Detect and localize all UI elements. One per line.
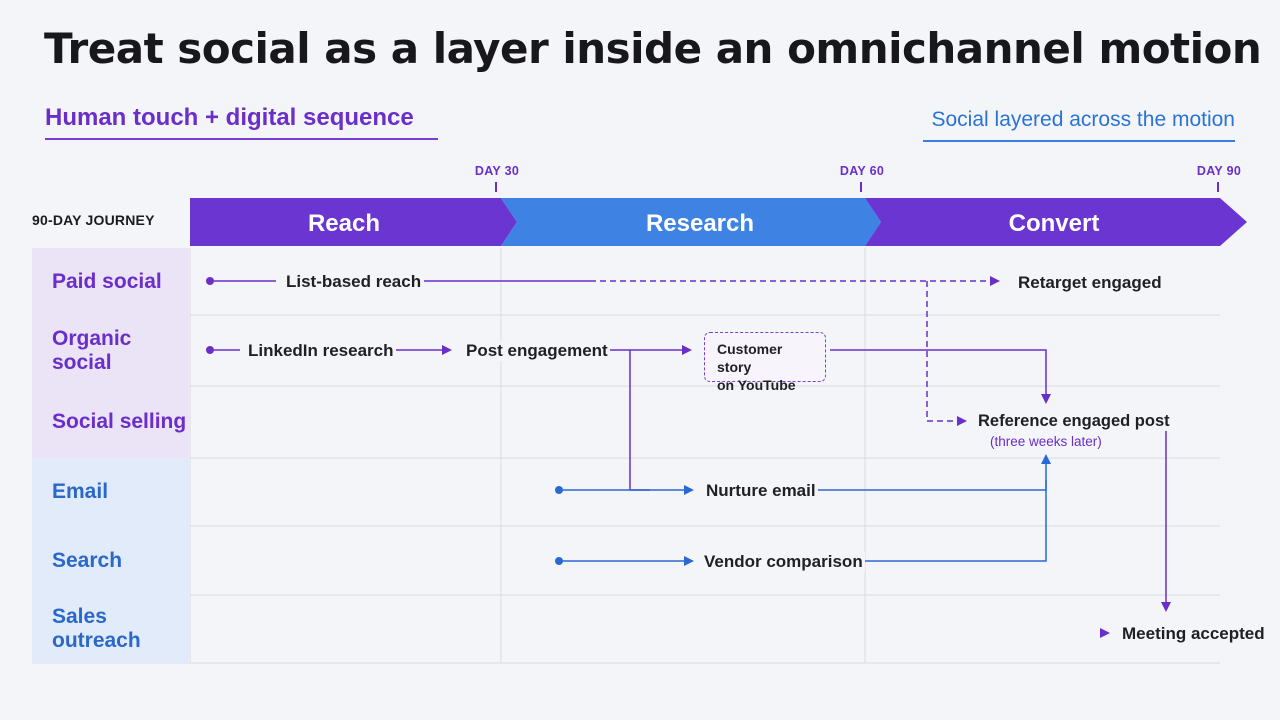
node-list-based-reach: List-based reach — [284, 272, 424, 292]
subtitle-right: Social layered across the motion — [923, 108, 1235, 142]
grid-lines — [32, 248, 1220, 664]
row-label-paid-social: Paid social — [32, 248, 190, 315]
node-reference-engaged-post: Reference engaged post — [976, 412, 1172, 431]
day-60-tick — [860, 182, 862, 192]
day-60-label: DAY 60 — [839, 164, 885, 178]
row-label-email: Email — [32, 458, 190, 526]
node-customer-story: Customer story on YouTube — [704, 332, 826, 393]
node-linkedin-research: LinkedIn research — [246, 341, 396, 361]
phase-research: Research — [646, 210, 754, 237]
row-label-organic-social: Organic social — [32, 315, 190, 386]
day-90-label: DAY 90 — [1196, 164, 1242, 178]
row-label-social-selling: Social selling — [32, 386, 190, 458]
row-label-search: Search — [32, 526, 190, 595]
node-meeting-accepted: Meeting accepted — [1120, 624, 1267, 644]
subtitle-left: Human touch + digital sequence — [45, 104, 438, 140]
node-post-engagement: Post engagement — [464, 341, 610, 361]
node-reference-note: (three weeks later) — [990, 434, 1102, 449]
customer-story-line1: Customer story — [717, 341, 783, 375]
day-30-label: DAY 30 — [474, 164, 520, 178]
email-search-connectors — [555, 454, 1051, 566]
customer-story-line2: on YouTube — [717, 377, 796, 393]
phase-convert: Convert — [1009, 210, 1100, 237]
journey-label: 90-DAY JOURNEY — [32, 212, 155, 228]
day-30-tick — [495, 182, 497, 192]
node-nurture-email: Nurture email — [704, 481, 818, 501]
node-retarget-engaged: Retarget engaged — [1016, 273, 1164, 293]
day-90-tick — [1217, 182, 1219, 192]
node-vendor-comparison: Vendor comparison — [702, 552, 865, 572]
phase-reach: Reach — [308, 210, 380, 237]
page-title: Treat social as a layer inside an omnich… — [44, 24, 1262, 73]
row-label-sales-outreach: Sales outreach — [32, 595, 190, 663]
